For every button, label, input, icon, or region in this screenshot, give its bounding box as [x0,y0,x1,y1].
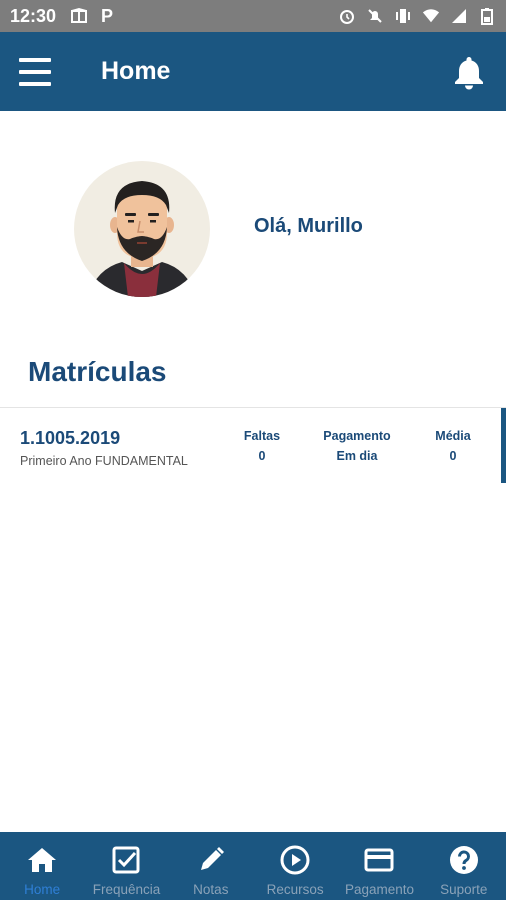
nav-label: Recursos [266,882,324,897]
nav-label: Pagamento [344,882,414,897]
profile-section: Olá, Murillo [0,111,506,351]
status-time: 12:30 [10,5,57,26]
page-title: Home [101,57,171,85]
pencil-icon [195,844,227,876]
greeting-text: Olá, Murillo [254,215,363,237]
stat-media: Média 0 [428,429,478,463]
nav-item-recursos[interactable]: Recursos [253,832,337,900]
box-icon [70,7,88,25]
status-left-icons: P [70,5,116,26]
wifi-icon [422,7,440,25]
nav-item-pagamento[interactable]: Pagamento [337,832,421,900]
enrollment-card[interactable]: 1.1005.2019 Primeiro Ano FUNDAMENTAL Fal… [0,407,506,483]
stat-label: Média [435,429,471,443]
alarm-icon [338,7,356,25]
nav-item-notas[interactable]: Notas [169,832,253,900]
bottom-nav: Home Frequência Notas Recursos Pagamento… [0,832,506,900]
stat-value: 0 [449,449,457,463]
nav-item-home[interactable]: Home [0,832,84,900]
home-icon [26,844,58,876]
help-icon [448,844,480,876]
battery-icon [478,7,496,25]
enrollment-code: 1.1005.2019 [20,428,121,448]
nav-label: Notas [193,882,229,897]
status-right-icons [338,7,496,25]
menu-button[interactable] [19,57,51,86]
checkbox-icon [110,844,142,876]
nav-label: Suporte [440,882,488,897]
stat-faltas: Faltas 0 [238,429,286,463]
section-title: Matrículas [28,356,167,387]
enrollment-description: Primeiro Ano FUNDAMENTAL [20,454,188,468]
notifications-button[interactable] [452,54,486,90]
nav-item-suporte[interactable]: Suporte [422,832,506,900]
stat-label: Pagamento [323,429,391,443]
status-bar: 12:30 P [0,0,506,32]
p-icon: P [101,5,114,26]
app-bar: Home [0,32,506,111]
nav-label: Home [24,882,61,897]
nav-item-frequencia[interactable]: Frequência [84,832,168,900]
stat-value: Em dia [336,449,378,463]
stat-pagamento: Pagamento Em dia [316,429,398,463]
notifications-off-icon [366,7,384,25]
stat-label: Faltas [243,429,281,443]
card-accent-bar [501,408,506,483]
bell-icon [455,56,483,89]
vibrate-icon [394,7,412,25]
avatar[interactable] [74,161,210,297]
play-circle-icon [279,844,311,876]
avatar-illustration [88,181,196,297]
nav-label: Frequência [92,882,161,897]
stat-value: 0 [258,449,266,463]
menu-icon [19,57,51,62]
credit-card-icon [363,844,395,876]
signal-icon [450,7,468,25]
